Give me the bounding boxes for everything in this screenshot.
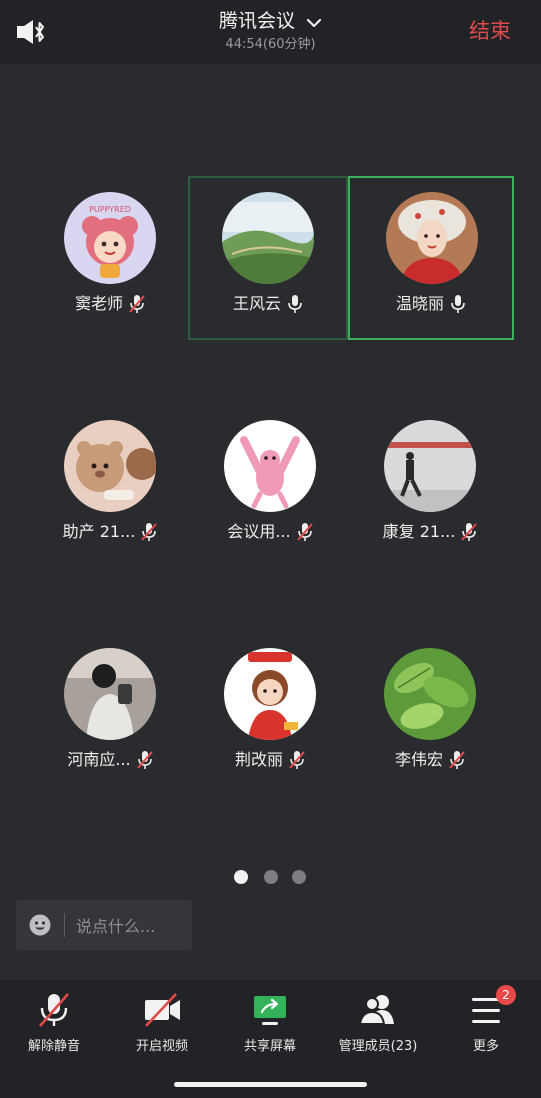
mic-muted-icon <box>461 522 478 541</box>
page-dot-active[interactable] <box>234 870 248 884</box>
mountain-landscape-icon <box>222 192 314 284</box>
mic-muted-icon <box>141 522 158 541</box>
video-off-icon <box>145 993 180 1027</box>
mic-muted-icon <box>129 294 145 313</box>
participant-name: 王风云 <box>232 293 281 313</box>
manage-members-label: 管理成员(23) <box>338 1039 418 1054</box>
participant-name: 会议用... <box>227 521 291 541</box>
participant-name-row: 会议用... <box>190 520 350 543</box>
end-meeting-button[interactable]: 结束 <box>469 17 511 45</box>
unmute-button[interactable]: 解除静音 <box>0 992 108 1062</box>
green-leaves-icon <box>384 648 476 740</box>
chat-input-bar[interactable] <box>16 900 192 950</box>
share-screen-button[interactable]: 共享屏幕 <box>216 992 324 1062</box>
mic-muted-icon <box>39 993 69 1027</box>
home-indicator[interactable] <box>174 1082 367 1087</box>
participant-name-row: 温晓丽 <box>350 292 512 315</box>
unmute-label: 解除静音 <box>27 1039 80 1054</box>
members-icon <box>358 995 394 1025</box>
mic-muted-icon <box>449 750 465 769</box>
mic-on-icon <box>451 294 465 313</box>
participant-name-row: 王风云 <box>190 292 346 315</box>
top-bar: 腾讯会议 44:54(60分钟) 结束 <box>0 0 541 64</box>
participant-tile[interactable]: PUPPYRED 窦老师 <box>30 176 190 340</box>
participant-tile-active[interactable]: 王风云 <box>188 176 348 340</box>
meeting-screen: 腾讯会议 44:54(60分钟) 结束 PUPPYRED 窦老师 王风云 温晓丽… <box>0 0 541 1098</box>
share-screen-label: 共享屏幕 <box>243 1039 296 1054</box>
participant-name: 窦老师 <box>74 293 123 313</box>
participant-name: 康复 21... <box>382 521 456 541</box>
more-label: 更多 <box>472 1039 499 1054</box>
pink-panther-icon <box>224 420 316 512</box>
walking-man-photo-icon <box>384 420 476 512</box>
participant-name: 温晓丽 <box>395 293 444 313</box>
participant-tile[interactable]: 会议用... <box>190 404 350 568</box>
participant-tile-speaking[interactable]: 温晓丽 <box>348 176 514 340</box>
mic-muted-icon <box>136 750 153 769</box>
chat-input[interactable] <box>74 910 190 942</box>
participant-tile[interactable]: 河南应... <box>30 632 190 796</box>
manage-members-button[interactable]: 管理成员(23) <box>324 992 432 1062</box>
emoji-icon[interactable] <box>29 914 51 936</box>
more-button[interactable]: 2 更多 <box>432 985 540 1062</box>
share-screen-icon <box>254 996 286 1025</box>
participant-name-row: 康复 21... <box>350 520 510 543</box>
page-indicator[interactable] <box>234 870 314 884</box>
participant-tile[interactable]: 李伟宏 <box>350 632 510 796</box>
mic-muted-icon <box>289 750 305 769</box>
chevron-down-icon <box>306 18 322 27</box>
participant-name-row: 李伟宏 <box>350 748 510 771</box>
meeting-title-area[interactable]: 腾讯会议 44:54(60分钟) <box>170 8 371 53</box>
notification-badge: 2 <box>496 985 516 1005</box>
cartoon-bear-girl-icon: PUPPYRED <box>64 192 156 284</box>
mic-on-icon <box>288 294 302 313</box>
participant-name-row: 助产 21... <box>30 520 190 543</box>
participant-name: 李伟宏 <box>394 749 443 769</box>
participant-name: 荆改丽 <box>234 749 283 769</box>
start-video-label: 开启视频 <box>135 1039 188 1054</box>
page-dot[interactable] <box>292 870 306 884</box>
person-photo-icon <box>64 648 156 740</box>
participant-tile[interactable]: 荆改丽 <box>190 632 350 796</box>
participant-name-row: 荆改丽 <box>190 748 350 771</box>
speaker-bluetooth-icon[interactable] <box>16 18 48 46</box>
teddy-bears-icon <box>64 420 156 512</box>
woman-portrait-icon <box>386 192 478 284</box>
svg-text:PUPPYRED: PUPPYRED <box>89 205 131 214</box>
mic-muted-icon <box>296 522 313 541</box>
meeting-title: 腾讯会议 <box>218 10 295 32</box>
meeting-timer: 44:54(60分钟) <box>225 37 316 52</box>
participant-name-row: 窦老师 <box>30 292 190 315</box>
participant-name: 助产 21... <box>62 521 136 541</box>
page-dot[interactable] <box>264 870 278 884</box>
start-video-button[interactable]: 开启视频 <box>108 992 216 1062</box>
participant-name-row: 河南应... <box>30 748 190 771</box>
bottom-toolbar: 解除静音 开启视频 共享屏幕 管理成员(23) 2 更多 <box>0 980 541 1098</box>
participant-name: 河南应... <box>67 749 131 769</box>
cartoon-girl-red-icon <box>224 648 316 740</box>
participant-tile[interactable]: 康复 21... <box>350 404 510 568</box>
participant-tile[interactable]: 助产 21... <box>30 404 190 568</box>
divider <box>64 913 65 937</box>
